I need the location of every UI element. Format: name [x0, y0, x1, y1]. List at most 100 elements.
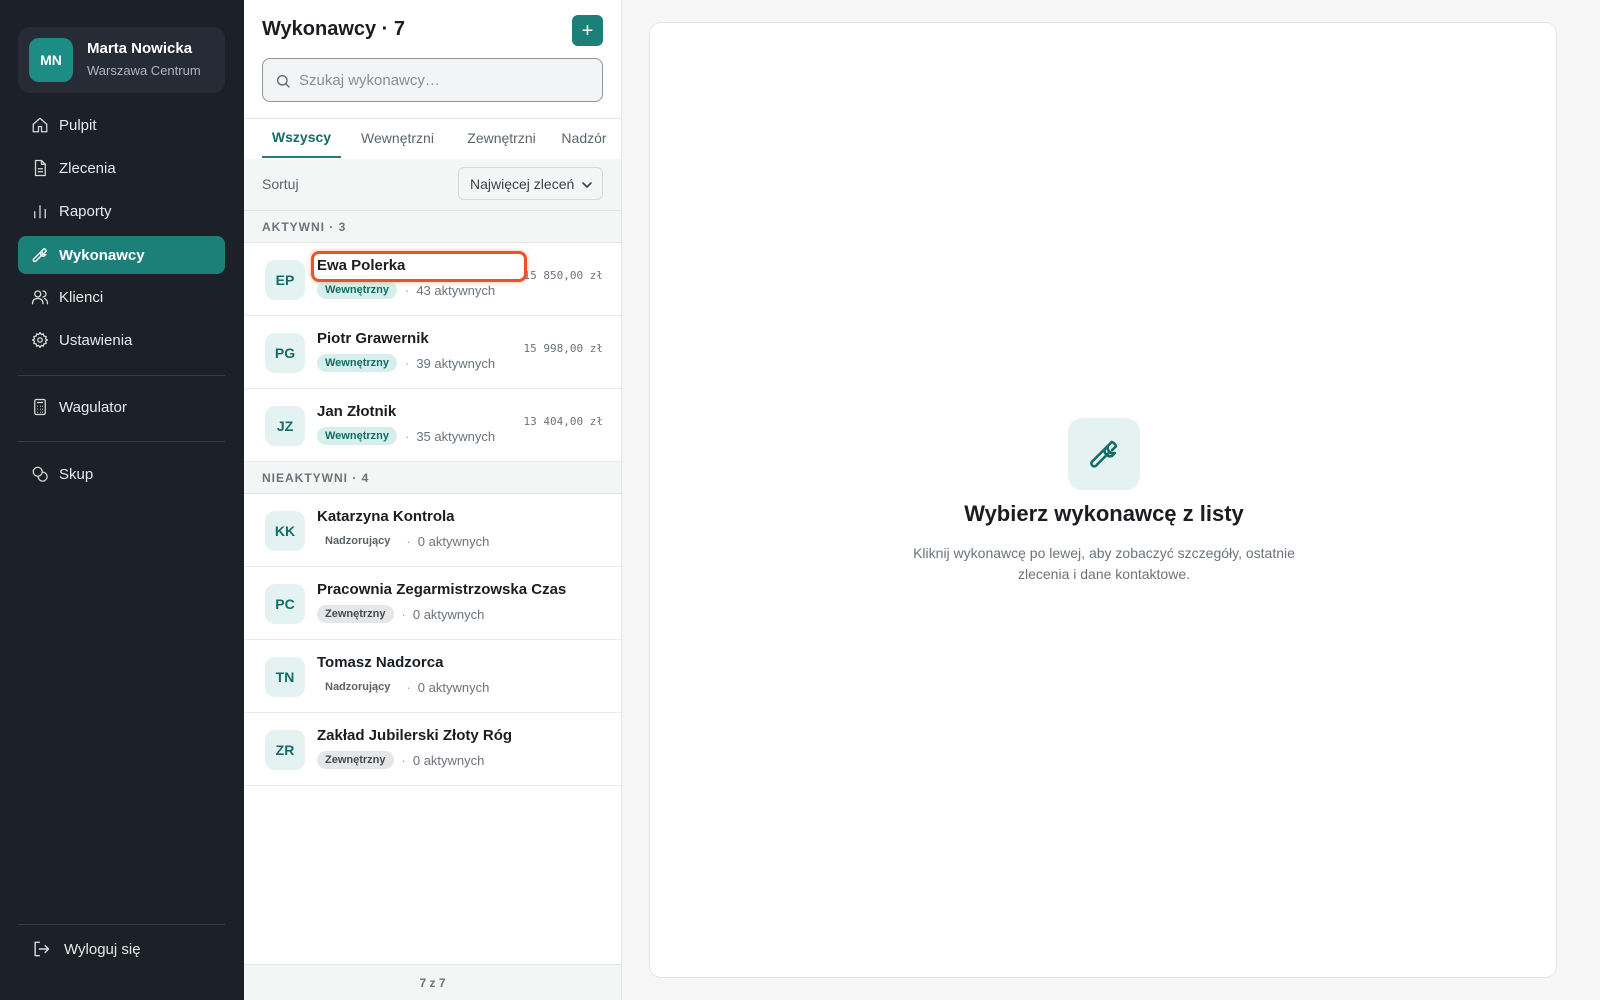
tab-nadzor[interactable]: Nadzór [552, 118, 616, 158]
avatar: TN [265, 657, 305, 697]
user-branch: Warszawa Centrum [87, 63, 201, 78]
type-badge: Zewnętrzny [317, 751, 394, 769]
avatar: MN [29, 38, 73, 82]
users-icon [31, 288, 49, 306]
sidebar-item-label: Zlecenia [59, 159, 116, 177]
document-icon [31, 159, 49, 177]
contractor-meta: Nadzorujący · 0 aktywnych [317, 532, 489, 550]
sidebar-divider [18, 375, 225, 376]
sort-value: Najwięcej zleceń [470, 175, 575, 192]
amount: 15 850,00 zł [523, 269, 603, 282]
active-count: 0 aktywnych [417, 679, 490, 695]
sidebar-item-pulpit[interactable]: Pulpit [18, 106, 225, 144]
separator-dot: · [406, 679, 411, 695]
contractor-name: Piotr Grawernik [317, 330, 429, 347]
avatar: PG [265, 333, 305, 373]
tab-wszyscy[interactable]: Wszyscy [262, 118, 341, 158]
sidebar-item-zlecenia[interactable]: Zlecenia [18, 149, 225, 187]
type-badge: Wewnętrzny [317, 427, 397, 445]
contractor-name: Ewa Polerka [317, 257, 406, 274]
group-header-active: AKTYWNI · 3 [244, 211, 621, 243]
calculator-icon [31, 398, 49, 416]
tab-wewnetrzni[interactable]: Wewnętrzni [348, 118, 447, 158]
sidebar-item-raporty[interactable]: Raporty [18, 192, 225, 230]
bar-chart-icon [31, 202, 49, 220]
separator-dot: · [401, 606, 406, 622]
separator-dot: · [404, 355, 410, 371]
contractor-name: Katarzyna Kontrola [317, 508, 455, 525]
active-count: 35 aktywnych [416, 428, 496, 444]
contractor-meta: Zewnętrzny · 0 aktywnych [317, 605, 484, 623]
sidebar-item-label: Klienci [59, 288, 104, 306]
separator-dot: · [401, 752, 406, 768]
sort-select[interactable]: Najwięcej zleceń [458, 167, 603, 200]
avatar: JZ [265, 406, 305, 446]
gear-icon [31, 331, 49, 349]
avatar: EP [265, 260, 305, 300]
sidebar-divider [18, 441, 225, 442]
contractor-meta: Nadzorujący · 0 aktywnych [317, 678, 489, 696]
add-contractor-button[interactable]: + [572, 15, 603, 46]
contractor-row[interactable]: ZR Zakład Jubilerski Złoty Róg Zewnętrzn… [244, 713, 621, 786]
contractor-name: Pracownia Zegarmistrzowska Czas [317, 581, 567, 598]
separator-dot: · [404, 428, 410, 444]
contractor-row[interactable]: EP Ewa Polerka Wewnętrzny · 43 aktywnych… [244, 243, 621, 316]
sidebar-item-label: Wagulator [59, 398, 127, 416]
sidebar-item-skup[interactable]: Skup [18, 455, 225, 493]
amount: 15 998,00 zł [523, 342, 603, 355]
contractor-name: Tomasz Nadzorca [317, 654, 444, 671]
type-badge: Zewnętrzny [317, 605, 394, 623]
sort-bar: Sortuj Najwięcej zleceń [244, 159, 621, 211]
contractor-name: Zakład Jubilerski Złoty Róg [317, 727, 513, 744]
home-icon [31, 116, 49, 134]
type-badge: Nadzorujący [325, 681, 391, 693]
type-badge: Wewnętrzny [317, 354, 397, 372]
type-badge: Nadzorujący [325, 535, 391, 547]
contractor-meta: Wewnętrzny · 43 aktywnych [317, 281, 495, 299]
sort-label: Sortuj [262, 176, 299, 192]
avatar: KK [265, 511, 305, 551]
avatar: ZR [265, 730, 305, 770]
contractor-row[interactable]: PG Piotr Grawernik Wewnętrzny · 39 aktyw… [244, 316, 621, 389]
chevron-down-icon [581, 178, 593, 190]
contractor-meta: Wewnętrzny · 35 aktywnych [317, 427, 495, 445]
contractor-row[interactable]: JZ Jan Złotnik Wewnętrzny · 35 aktywnych… [244, 389, 621, 462]
sidebar: MN Marta Nowicka Warszawa Centrum Pulpit… [0, 0, 244, 1000]
detail-panel: Wybierz wykonawcę z listy Kliknij wykona… [649, 22, 1557, 978]
amount: 13 404,00 zł [523, 415, 603, 428]
sidebar-item-label: Pulpit [59, 116, 97, 134]
contractor-row[interactable]: TN Tomasz Nadzorca Nadzorujący · 0 aktyw… [244, 640, 621, 713]
logout-label: Wyloguj się [64, 940, 141, 958]
group-header-inactive: NIEAKTYWNI · 4 [244, 462, 621, 494]
sidebar-item-ustawienia[interactable]: Ustawienia [18, 321, 225, 359]
separator-dot: · [406, 533, 411, 549]
logout-button[interactable]: Wyloguj się [18, 930, 225, 968]
contractor-meta: Wewnętrzny · 39 aktywnych [317, 354, 495, 372]
active-count: 43 aktywnych [416, 282, 496, 298]
contractor-list-panel: Wykonawcy · 7 + Wszyscy Wewnętrzni Zewnę… [244, 0, 622, 1000]
avatar: PC [265, 584, 305, 624]
active-count: 0 aktywnych [417, 533, 490, 549]
sidebar-item-label: Wykonawcy [59, 246, 145, 264]
user-card[interactable]: MN Marta Nowicka Warszawa Centrum [18, 27, 225, 93]
search-icon [275, 73, 291, 89]
type-badge: Wewnętrzny [317, 281, 397, 299]
sidebar-item-klienci[interactable]: Klienci [18, 278, 225, 316]
contractor-meta: Zewnętrzny · 0 aktywnych [317, 751, 484, 769]
contractor-row[interactable]: KK Katarzyna Kontrola Nadzorujący · 0 ak… [244, 494, 621, 567]
active-count: 39 aktywnych [416, 355, 496, 371]
search-field[interactable] [262, 58, 603, 102]
page-title: Wykonawcy · 7 [262, 18, 406, 40]
list-count-footer: 7 z 7 [244, 964, 621, 1000]
sidebar-item-wagulator[interactable]: Wagulator [18, 388, 225, 426]
empty-state-description: Kliknij wykonawcę po lewej, aby zobaczyć… [913, 545, 1295, 582]
logout-icon [31, 939, 51, 959]
contractor-name: Jan Złotnik [317, 403, 397, 420]
sidebar-item-label: Raporty [59, 202, 112, 220]
contractor-row[interactable]: PC Pracownia Zegarmistrzowska Czas Zewnę… [244, 567, 621, 640]
sidebar-item-wykonawcy[interactable]: Wykonawcy [18, 236, 225, 274]
empty-state-title: Wybierz wykonawcę z listy [964, 501, 1244, 526]
tab-zewnetrzni[interactable]: Zewnętrzni [454, 118, 549, 158]
search-input[interactable] [299, 59, 594, 101]
separator-dot: · [404, 282, 410, 298]
